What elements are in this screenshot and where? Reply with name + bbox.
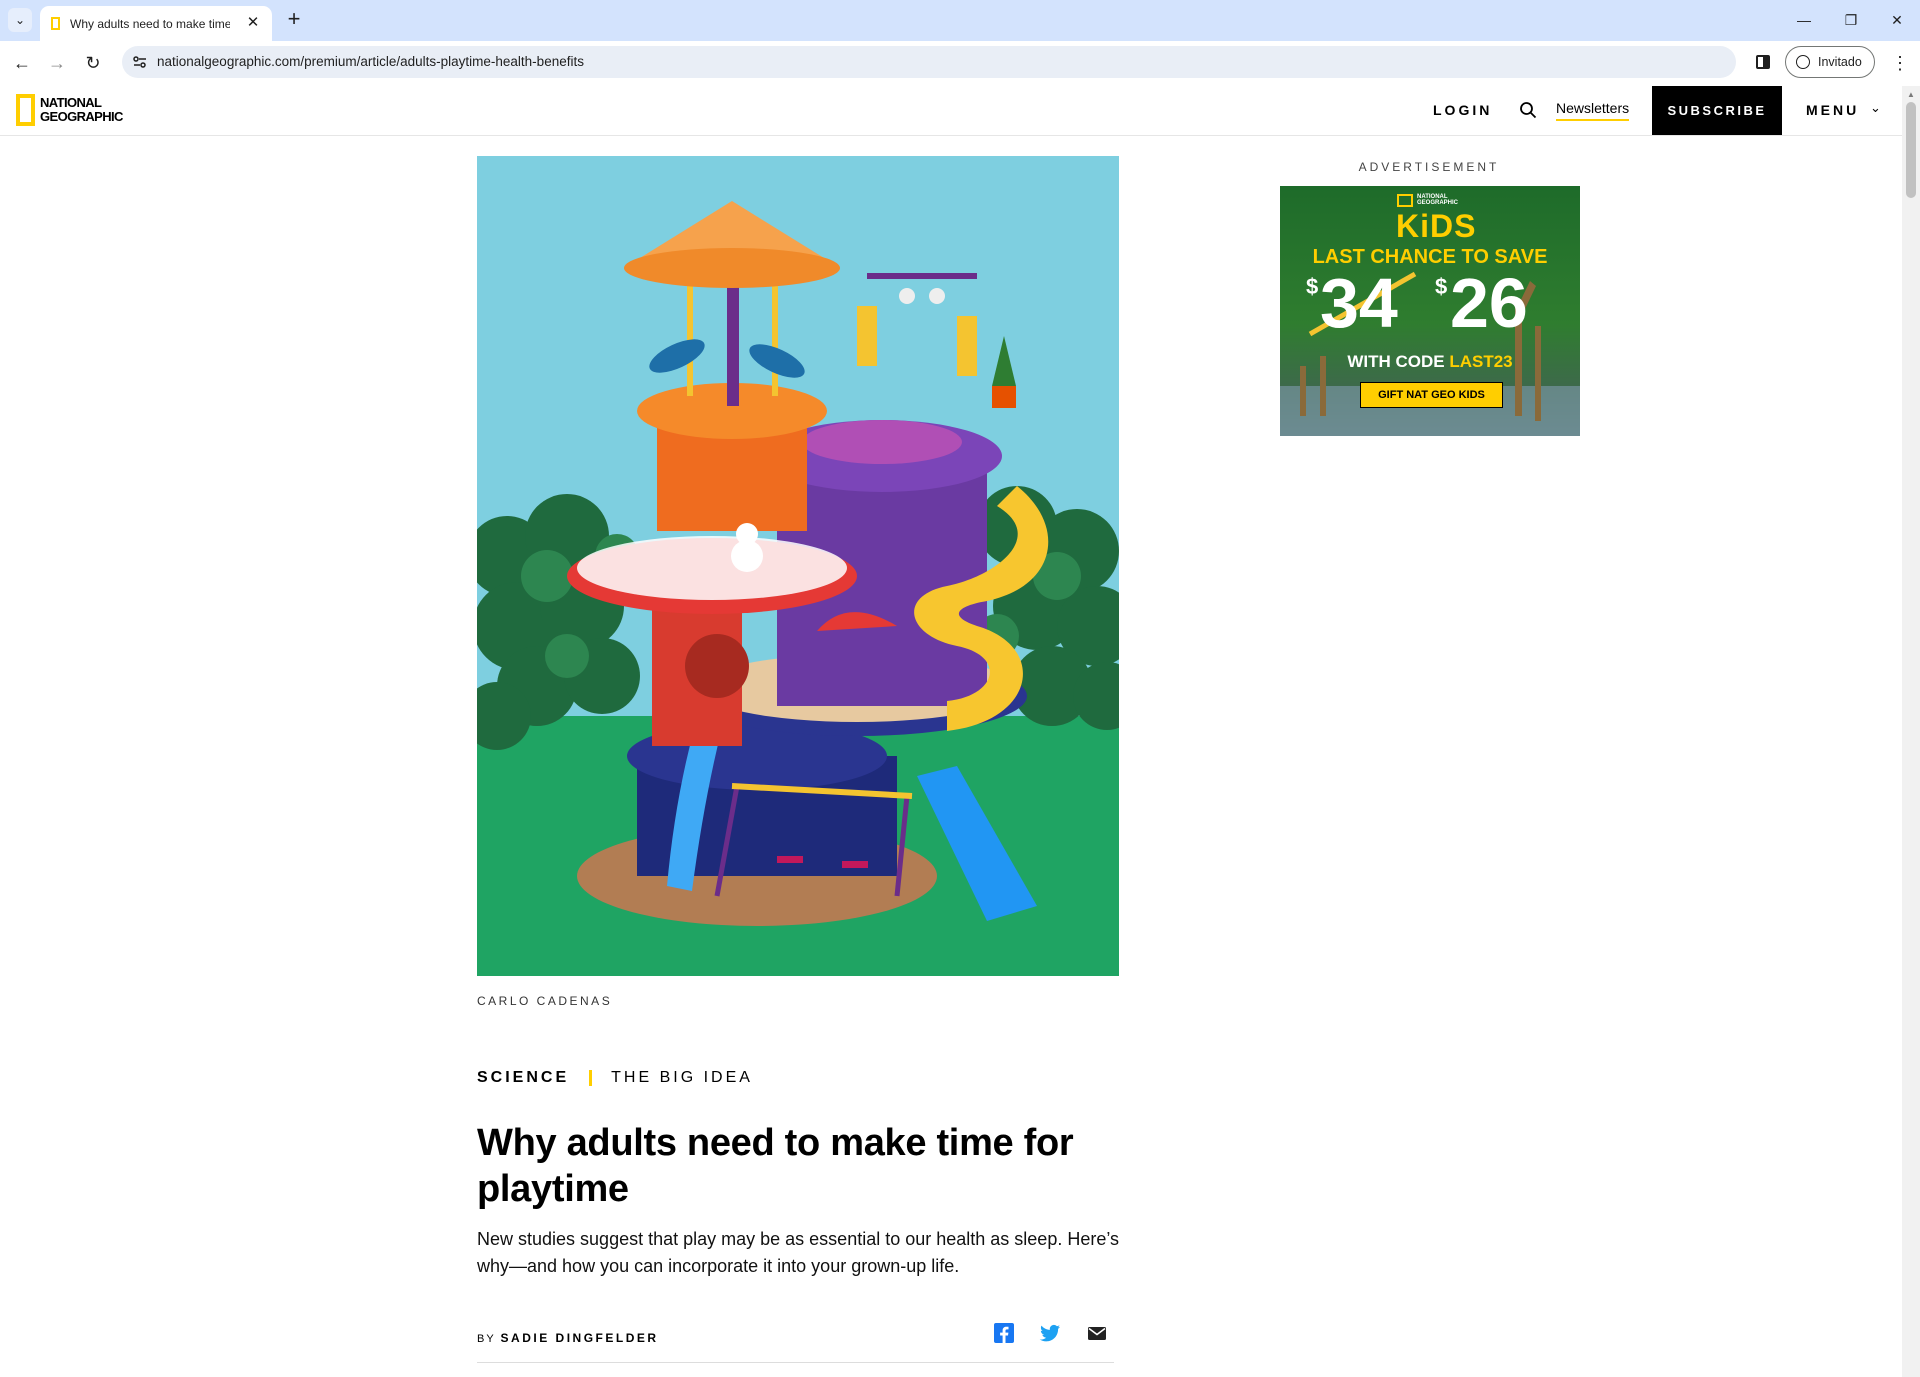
newsletters-link[interactable]: Newsletters	[1556, 100, 1630, 121]
url-text[interactable]: nationalgeographic.com/premium/article/a…	[157, 54, 584, 69]
ad-banner-natgeo-kids[interactable]: NATIONAL GEOGRAPHIC KiDS LAST CHANCE TO …	[1280, 186, 1580, 436]
natgeo-favicon-icon	[51, 17, 60, 30]
ad-old-price: 34	[1320, 264, 1398, 342]
hero-illustration-playground-tower	[477, 156, 1119, 976]
close-tab-icon[interactable]: ✕	[244, 14, 262, 32]
ad-cta-button[interactable]: GIFT NAT GEO KIDS	[1360, 382, 1503, 408]
site-info-tune-icon[interactable]	[132, 54, 148, 70]
scroll-up-arrow-icon[interactable]: ▲	[1907, 90, 1915, 99]
tab-title: Why adults need to make time	[70, 16, 230, 31]
menu-chevron-down-icon[interactable]: ⌄	[1870, 100, 1881, 116]
browser-tab[interactable]: Why adults need to make time ✕	[40, 6, 272, 41]
subscribe-button[interactable]: SUBSCRIBE	[1652, 86, 1782, 135]
byline-divider	[477, 1362, 1114, 1363]
series-link[interactable]: THE BIG IDEA	[611, 1069, 753, 1087]
ad-currency-old: $	[1306, 274, 1319, 299]
scrollbar-thumb[interactable]	[1906, 102, 1916, 198]
yellow-border-logo-icon	[16, 94, 35, 126]
browser-menu-kebab-icon[interactable]: ⋮	[1890, 51, 1910, 75]
minimize-icon[interactable]: —	[1789, 8, 1819, 32]
profile-button[interactable]: Invitado	[1785, 46, 1875, 78]
ad-new-price: 26	[1450, 264, 1528, 342]
logo-line-2: GEOGRAPHIC	[40, 109, 123, 124]
menu-button[interactable]: MENU	[1806, 102, 1859, 118]
article-dek: New studies suggest that play may be as …	[477, 1229, 1120, 1276]
ad-code-prefix: WITH CODE	[1347, 352, 1450, 371]
kicker-divider	[589, 1070, 593, 1086]
twitter-share-icon[interactable]	[1039, 1322, 1061, 1344]
email-share-icon[interactable]	[1086, 1322, 1108, 1344]
page-scrollbar[interactable]: ▲	[1902, 86, 1920, 1377]
natgeo-logo[interactable]: NATIONAL GEOGRAPHIC	[16, 94, 123, 126]
profile-avatar-icon	[1796, 55, 1810, 69]
browser-toolbar: ← → ↻ nationalgeographic.com/premium/art…	[0, 41, 1920, 87]
advertisement-label: ADVERTISEMENT	[1358, 160, 1500, 174]
logo-line-1: NATIONAL	[40, 95, 102, 110]
author-link[interactable]: SADIE DINGFELDER	[501, 1331, 659, 1345]
ad-code-line: WITH CODE LAST23	[1280, 352, 1580, 372]
search-icon[interactable]	[1519, 101, 1537, 119]
side-panel-icon[interactable]	[1756, 55, 1770, 69]
browser-tab-bar: ⌄ Why adults need to make time ✕ + — ❐ ✕	[0, 0, 1920, 41]
article-title: Why adults need to make time for playtim…	[477, 1122, 1074, 1210]
login-link[interactable]: LOGIN	[1433, 102, 1492, 118]
byline: BY SADIE DINGFELDER	[477, 1331, 659, 1345]
site-header: NATIONAL GEOGRAPHIC LOGIN Newsletters SU…	[0, 86, 1902, 136]
ad-natgeo-border-icon	[1397, 194, 1413, 207]
reload-icon[interactable]: ↻	[81, 51, 105, 75]
photo-credit: CARLO CADENAS	[477, 994, 613, 1008]
category-link[interactable]: SCIENCE	[477, 1069, 569, 1087]
ad-currency-new: $	[1435, 274, 1448, 299]
new-tab-plus-icon[interactable]: +	[282, 8, 306, 32]
ad-brand: KiDS	[1396, 208, 1477, 244]
profile-label: Invitado	[1818, 55, 1862, 69]
forward-arrow-icon[interactable]: →	[45, 51, 69, 75]
byline-prefix: BY	[477, 1333, 501, 1345]
ad-code: LAST23	[1449, 352, 1513, 371]
tab-search-chevron-icon[interactable]: ⌄	[8, 8, 32, 32]
back-arrow-icon[interactable]: ←	[10, 51, 34, 75]
ad-brand-small: NATIONAL GEOGRAPHIC	[1417, 194, 1459, 206]
facebook-share-icon[interactable]	[993, 1322, 1015, 1344]
address-bar[interactable]: nationalgeographic.com/premium/article/a…	[122, 46, 1736, 78]
restore-icon[interactable]: ❐	[1836, 8, 1866, 32]
window-close-icon[interactable]: ✕	[1882, 8, 1912, 32]
article-kicker: SCIENCE THE BIG IDEA	[477, 1069, 753, 1087]
